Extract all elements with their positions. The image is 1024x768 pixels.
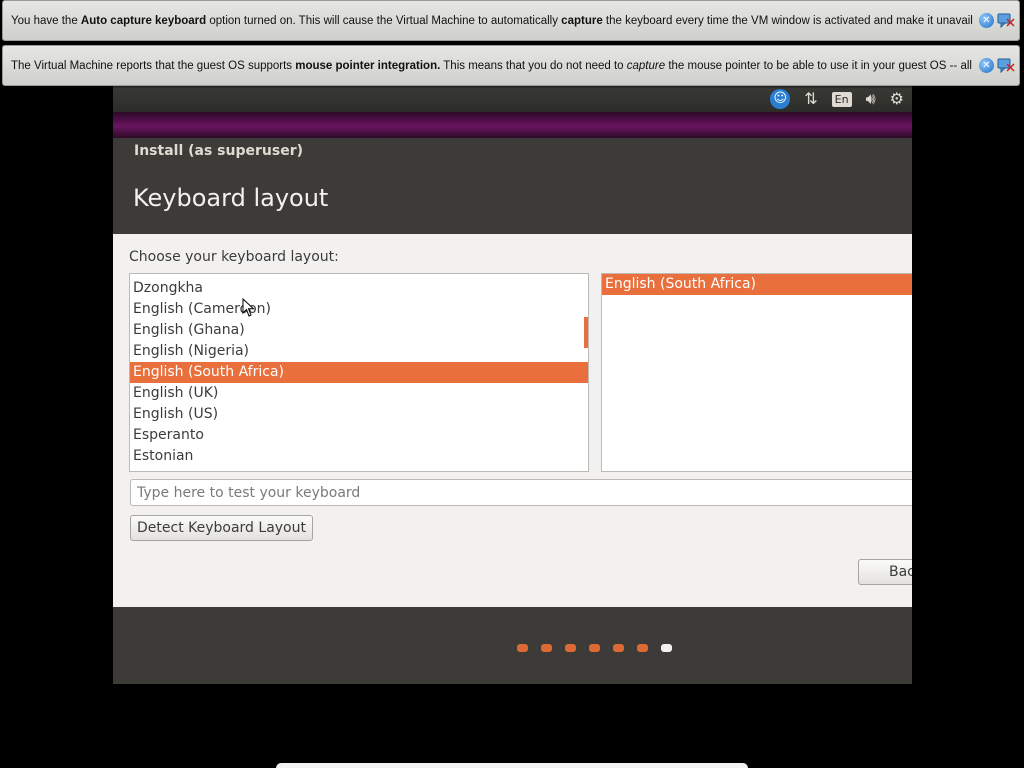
keyboard-test-input[interactable] — [130, 479, 912, 506]
layout-list-item[interactable]: English (US) — [130, 404, 588, 425]
scrollbar-thumb[interactable] — [584, 317, 588, 348]
do-not-show-again-icon[interactable] — [997, 58, 1015, 74]
layout-list-item[interactable]: Estonian — [130, 446, 588, 467]
vm-screen[interactable]: ☺ ⇅ En 🔊︎ ⚙ Install (as superuser) Keybo… — [113, 86, 912, 684]
notification-text-segment: This means that you do not need to — [440, 59, 627, 72]
notification-text-segment: capture — [561, 14, 603, 27]
layout-list-item[interactable]: Esperanto — [130, 425, 588, 446]
detect-keyboard-layout-button[interactable]: Detect Keyboard Layout — [130, 515, 313, 541]
window-title: Install (as superuser) — [134, 143, 303, 159]
layout-list-item[interactable]: English (UK) — [130, 383, 588, 404]
taskbar-edge — [276, 763, 748, 768]
mouse-integration-notification: The Virtual Machine reports that the gue… — [2, 45, 1020, 86]
page-title: Keyboard layout — [133, 184, 329, 212]
notification-message: The Virtual Machine reports that the gue… — [11, 60, 973, 72]
layout-list-item[interactable]: English (Cameroon) — [130, 299, 588, 320]
progress-dot — [541, 644, 552, 652]
notification-text-segment: mouse pointer integration. — [295, 59, 441, 72]
variant-list[interactable]: English (South Africa) — [601, 273, 912, 472]
progress-dot — [589, 644, 600, 652]
mouse-cursor-icon — [242, 298, 255, 317]
progress-dot — [565, 644, 576, 652]
notification-text-segment: the keyboard every time the VM window is… — [602, 14, 973, 27]
notification-message: You have the Auto capture keyboard optio… — [11, 15, 973, 27]
notification-text-segment: capture — [626, 59, 666, 72]
close-icon[interactable]: ✕ — [979, 58, 994, 73]
notification-text-segment: Auto capture keyboard — [80, 14, 207, 27]
purple-backdrop — [113, 112, 912, 138]
progress-dot — [661, 644, 672, 652]
layout-list-item[interactable]: English (Nigeria) — [130, 341, 588, 362]
top-panel: ☺ ⇅ En 🔊︎ ⚙ — [113, 86, 912, 112]
volume-icon[interactable]: 🔊︎ — [866, 89, 876, 109]
do-not-show-again-icon[interactable] — [997, 13, 1015, 29]
network-icon[interactable]: ⇅ — [804, 89, 817, 109]
progress-dot — [637, 644, 648, 652]
notification-text-segment: option turned on. This will cause the Vi… — [206, 14, 562, 27]
keyboard-capture-notification: You have the Auto capture keyboard optio… — [2, 0, 1020, 41]
installer-footer — [113, 607, 912, 684]
layout-list-item[interactable]: Dzongkha — [130, 278, 588, 299]
layout-list-item[interactable]: English (Ghana) — [130, 320, 588, 341]
progress-dot — [517, 644, 528, 652]
notification-text-segment: The Virtual Machine reports that the gue… — [11, 59, 296, 72]
settings-gear-icon[interactable]: ⚙ — [890, 89, 904, 109]
installer-content: Choose your keyboard layout: Dzongkha Eng… — [113, 234, 912, 607]
notification-text-segment: the mouse pointer to be able to use it i… — [668, 59, 973, 72]
close-icon[interactable]: ✕ — [979, 13, 994, 28]
back-button[interactable]: Back — [858, 559, 912, 585]
progress-dot — [613, 644, 624, 652]
layout-list[interactable]: Dzongkha English (Cameroon) English (Ghana… — [129, 273, 589, 472]
variant-list-item[interactable]: English (South Africa) — [602, 274, 912, 295]
installer-header: Install (as superuser) Keyboard layout — [113, 138, 912, 234]
layout-list-item[interactable]: English (South Africa) — [130, 362, 588, 383]
progress-indicator — [517, 644, 672, 652]
notification-text-segment: You have the — [11, 14, 81, 27]
accessibility-icon[interactable]: ☺ — [770, 89, 791, 109]
keyboard-language-icon[interactable]: En — [831, 91, 852, 107]
choose-layout-label: Choose your keyboard layout: — [129, 249, 339, 265]
